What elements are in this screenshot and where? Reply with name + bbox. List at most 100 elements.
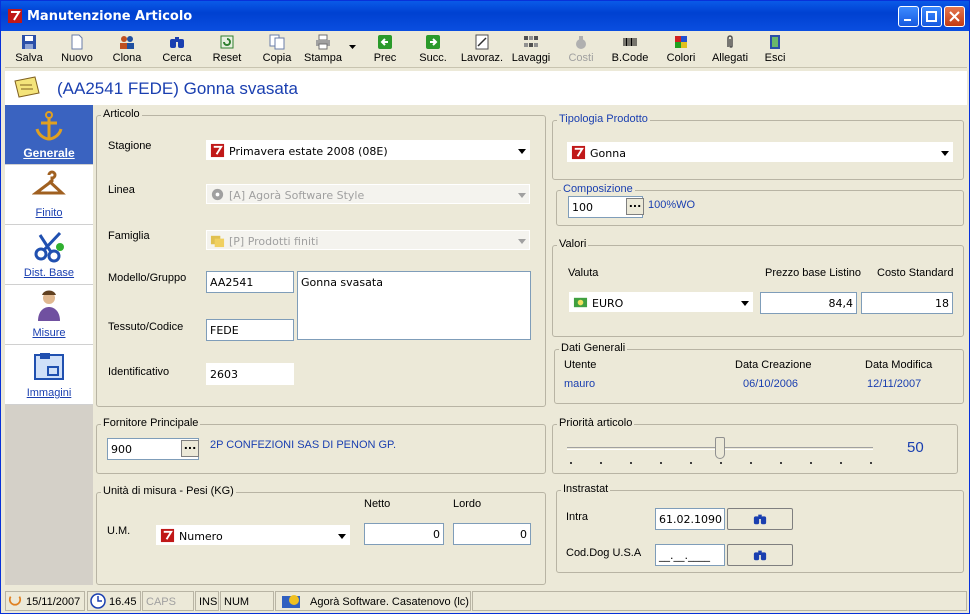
copia-button[interactable]: Copia bbox=[257, 34, 297, 66]
stagione-label: Stagione bbox=[108, 140, 152, 152]
intra-label: Intra bbox=[566, 511, 589, 523]
costo-label: Costo Standard bbox=[877, 267, 954, 279]
chevron-down-icon bbox=[941, 151, 949, 156]
linea-value: [A] Agorà Software Style bbox=[229, 189, 365, 202]
salva-button[interactable]: Salva bbox=[9, 34, 49, 66]
intra-input[interactable]: 61.02.1090 bbox=[655, 508, 725, 530]
maximize-button[interactable] bbox=[921, 6, 942, 27]
status-bar: 15/11/2007 16.45 CAPS INS NUM Agorà Soft… bbox=[5, 589, 967, 612]
nav-dist-base[interactable]: Dist. Base bbox=[5, 225, 93, 285]
stampa-dropdown-icon[interactable] bbox=[349, 45, 356, 50]
costo-input[interactable]: 18 bbox=[861, 292, 953, 314]
article-title: (AA2541 FEDE) Gonna svasata bbox=[57, 79, 298, 98]
scissors-icon bbox=[34, 231, 64, 263]
status-caps: CAPS bbox=[142, 591, 194, 611]
slider-tick bbox=[660, 462, 662, 464]
lavorazioni-button[interactable]: Lavoraz. bbox=[459, 34, 505, 66]
clona-button[interactable]: Clona bbox=[107, 34, 147, 66]
cerca-button[interactable]: Cerca bbox=[157, 34, 197, 66]
app-icon bbox=[160, 528, 175, 543]
lordo-input[interactable]: 0 bbox=[453, 523, 531, 545]
nav-finito[interactable]: Finito bbox=[5, 165, 93, 225]
chevron-down-icon bbox=[518, 149, 526, 154]
chevron-down-icon bbox=[518, 193, 526, 198]
valuta-select[interactable]: EURO bbox=[569, 292, 753, 312]
descrizione-textarea[interactable]: Gonna svasata bbox=[297, 271, 531, 340]
articolo-group-title: Articolo bbox=[101, 108, 142, 120]
famiglia-label: Famiglia bbox=[108, 230, 150, 242]
toolbar: Salva Nuovo Clona Cerca Reset Copia Stam… bbox=[5, 32, 967, 68]
netto-input[interactable]: 0 bbox=[364, 523, 444, 545]
tipologia-group-title: Tipologia Prodotto bbox=[557, 113, 650, 125]
um-select[interactable]: Numero bbox=[156, 525, 350, 545]
utente-value: mauro bbox=[564, 378, 596, 390]
nav-generale[interactable]: Generale bbox=[5, 105, 93, 165]
famiglia-select[interactable]: [P] Prodotti finiti bbox=[206, 230, 530, 250]
main-window: Manutenzione Articolo Salva Nuovo Clona … bbox=[0, 0, 970, 614]
gear-icon bbox=[211, 188, 224, 201]
lavorazioni-icon bbox=[475, 34, 489, 50]
stampa-button[interactable]: Stampa bbox=[303, 34, 343, 66]
close-button[interactable] bbox=[944, 6, 965, 27]
coddog-input[interactable]: __.__.____ bbox=[655, 544, 725, 566]
chevron-down-icon bbox=[338, 534, 346, 539]
intrastat-group-title: Instrastat bbox=[561, 483, 611, 495]
fornitore-lookup-button[interactable]: ... bbox=[181, 440, 199, 457]
users-icon bbox=[120, 36, 134, 49]
folders-icon bbox=[210, 235, 225, 248]
clock-icon bbox=[90, 593, 106, 609]
creazione-label: Data Creazione bbox=[735, 359, 812, 371]
reset-button[interactable]: Reset bbox=[207, 34, 247, 66]
arrow-right-icon bbox=[426, 35, 440, 49]
linea-select[interactable]: [A] Agorà Software Style bbox=[206, 184, 530, 204]
title-bar[interactable]: Manutenzione Articolo bbox=[1, 1, 969, 31]
binoculars-icon bbox=[753, 550, 767, 561]
creazione-value: 06/10/2006 bbox=[743, 378, 799, 390]
prezzo-input[interactable]: 84,4 bbox=[760, 292, 857, 314]
tipologia-select[interactable]: Gonna bbox=[567, 142, 953, 162]
minimize-button[interactable] bbox=[898, 6, 919, 27]
succ-button[interactable]: Succ. bbox=[413, 34, 453, 66]
prezzo-label: Prezzo base Listino bbox=[765, 267, 861, 279]
paperclip-icon bbox=[727, 35, 733, 48]
article-header: (AA2541 FEDE) Gonna svasata bbox=[5, 71, 967, 105]
coddog-search-button[interactable] bbox=[727, 544, 793, 566]
lordo-label: Lordo bbox=[453, 498, 482, 510]
nav-misure[interactable]: Misure bbox=[5, 285, 93, 345]
composizione-lookup-button[interactable]: ... bbox=[626, 198, 644, 215]
chevron-down-icon bbox=[518, 239, 526, 244]
dati-generali-group: Dati Generali bbox=[554, 342, 964, 404]
tessuto-input[interactable]: FEDE bbox=[206, 319, 294, 341]
status-company-text: Agorà Software. Casatenovo (lc) bbox=[310, 596, 469, 608]
prec-button[interactable]: Prec bbox=[365, 34, 405, 66]
composizione-desc: 100%WO bbox=[648, 199, 696, 211]
nav-immagini[interactable]: Immagini bbox=[5, 345, 93, 405]
slider-tick bbox=[720, 462, 722, 464]
modifica-value: 12/11/2007 bbox=[867, 378, 922, 390]
barcode-button[interactable]: B.Code bbox=[609, 34, 651, 66]
stagione-select[interactable]: Primavera estate 2008 (08E) bbox=[206, 140, 530, 160]
binoculars-icon bbox=[753, 514, 767, 525]
slider-tick bbox=[600, 462, 602, 464]
um-label: U.M. bbox=[107, 525, 131, 537]
status-date-text: 15/11/2007 bbox=[26, 596, 81, 608]
valori-group-title: Valori bbox=[557, 238, 589, 250]
intra-search-button[interactable] bbox=[727, 508, 793, 530]
tipologia-value: Gonna bbox=[590, 147, 626, 160]
money-icon bbox=[573, 297, 588, 308]
slider-tick bbox=[870, 462, 872, 464]
reset-icon bbox=[220, 35, 234, 49]
allegati-button[interactable]: Allegati bbox=[707, 34, 753, 66]
costi-button[interactable]: Costi bbox=[561, 34, 601, 66]
colors-icon bbox=[675, 36, 687, 48]
modello-input[interactable]: AA2541 bbox=[206, 271, 294, 293]
image-icon bbox=[34, 353, 64, 380]
fornitore-name: 2P CONFEZIONI SAS DI PENON GP. bbox=[210, 439, 397, 451]
identificativo-field: 2603 bbox=[206, 363, 294, 385]
lavaggi-button[interactable]: Lavaggi bbox=[511, 34, 551, 66]
priorita-slider-thumb[interactable] bbox=[715, 437, 725, 459]
esci-button[interactable]: Esci bbox=[757, 34, 793, 66]
colori-button[interactable]: Colori bbox=[661, 34, 701, 66]
nuovo-button[interactable]: Nuovo bbox=[57, 34, 97, 66]
status-ins: INS bbox=[195, 591, 219, 611]
